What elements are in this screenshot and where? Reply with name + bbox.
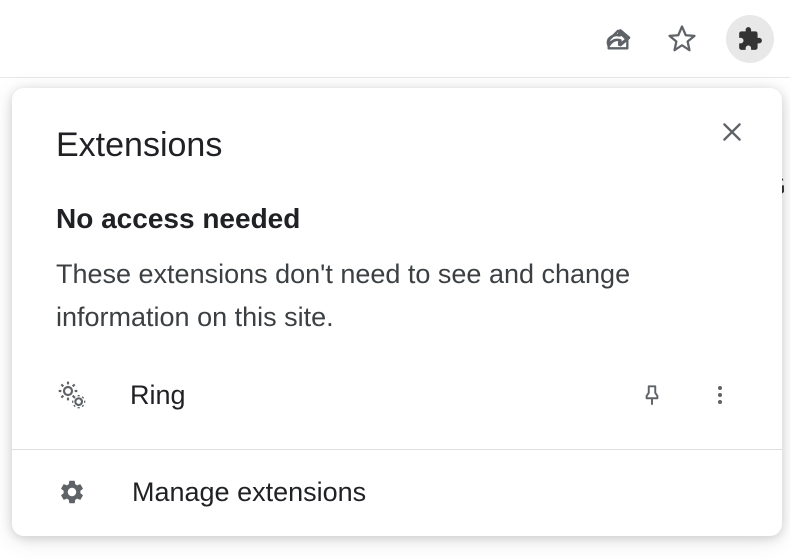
more-icon[interactable] (702, 377, 738, 413)
section-description: These extensions don't need to see and c… (56, 253, 738, 339)
extension-name: Ring (130, 380, 592, 411)
popup-body: No access needed These extensions don't … (12, 165, 782, 449)
browser-toolbar (0, 0, 790, 78)
gear-icon (56, 476, 88, 508)
gears-icon (56, 379, 88, 411)
popup-header: Extensions (12, 88, 782, 165)
manage-extensions-button[interactable]: Manage extensions (12, 450, 782, 536)
star-icon[interactable] (662, 19, 702, 59)
extensions-button[interactable] (726, 15, 774, 63)
extension-actions (634, 377, 738, 413)
manage-extensions-label: Manage extensions (132, 477, 366, 508)
close-icon[interactable] (714, 114, 750, 150)
extension-row[interactable]: Ring (56, 369, 738, 421)
popup-title: Extensions (56, 126, 222, 165)
extensions-popup: PC risk.com Extensions No access needed … (12, 88, 782, 536)
share-icon[interactable] (598, 19, 638, 59)
pin-icon[interactable] (634, 377, 670, 413)
section-heading: No access needed (56, 203, 738, 235)
